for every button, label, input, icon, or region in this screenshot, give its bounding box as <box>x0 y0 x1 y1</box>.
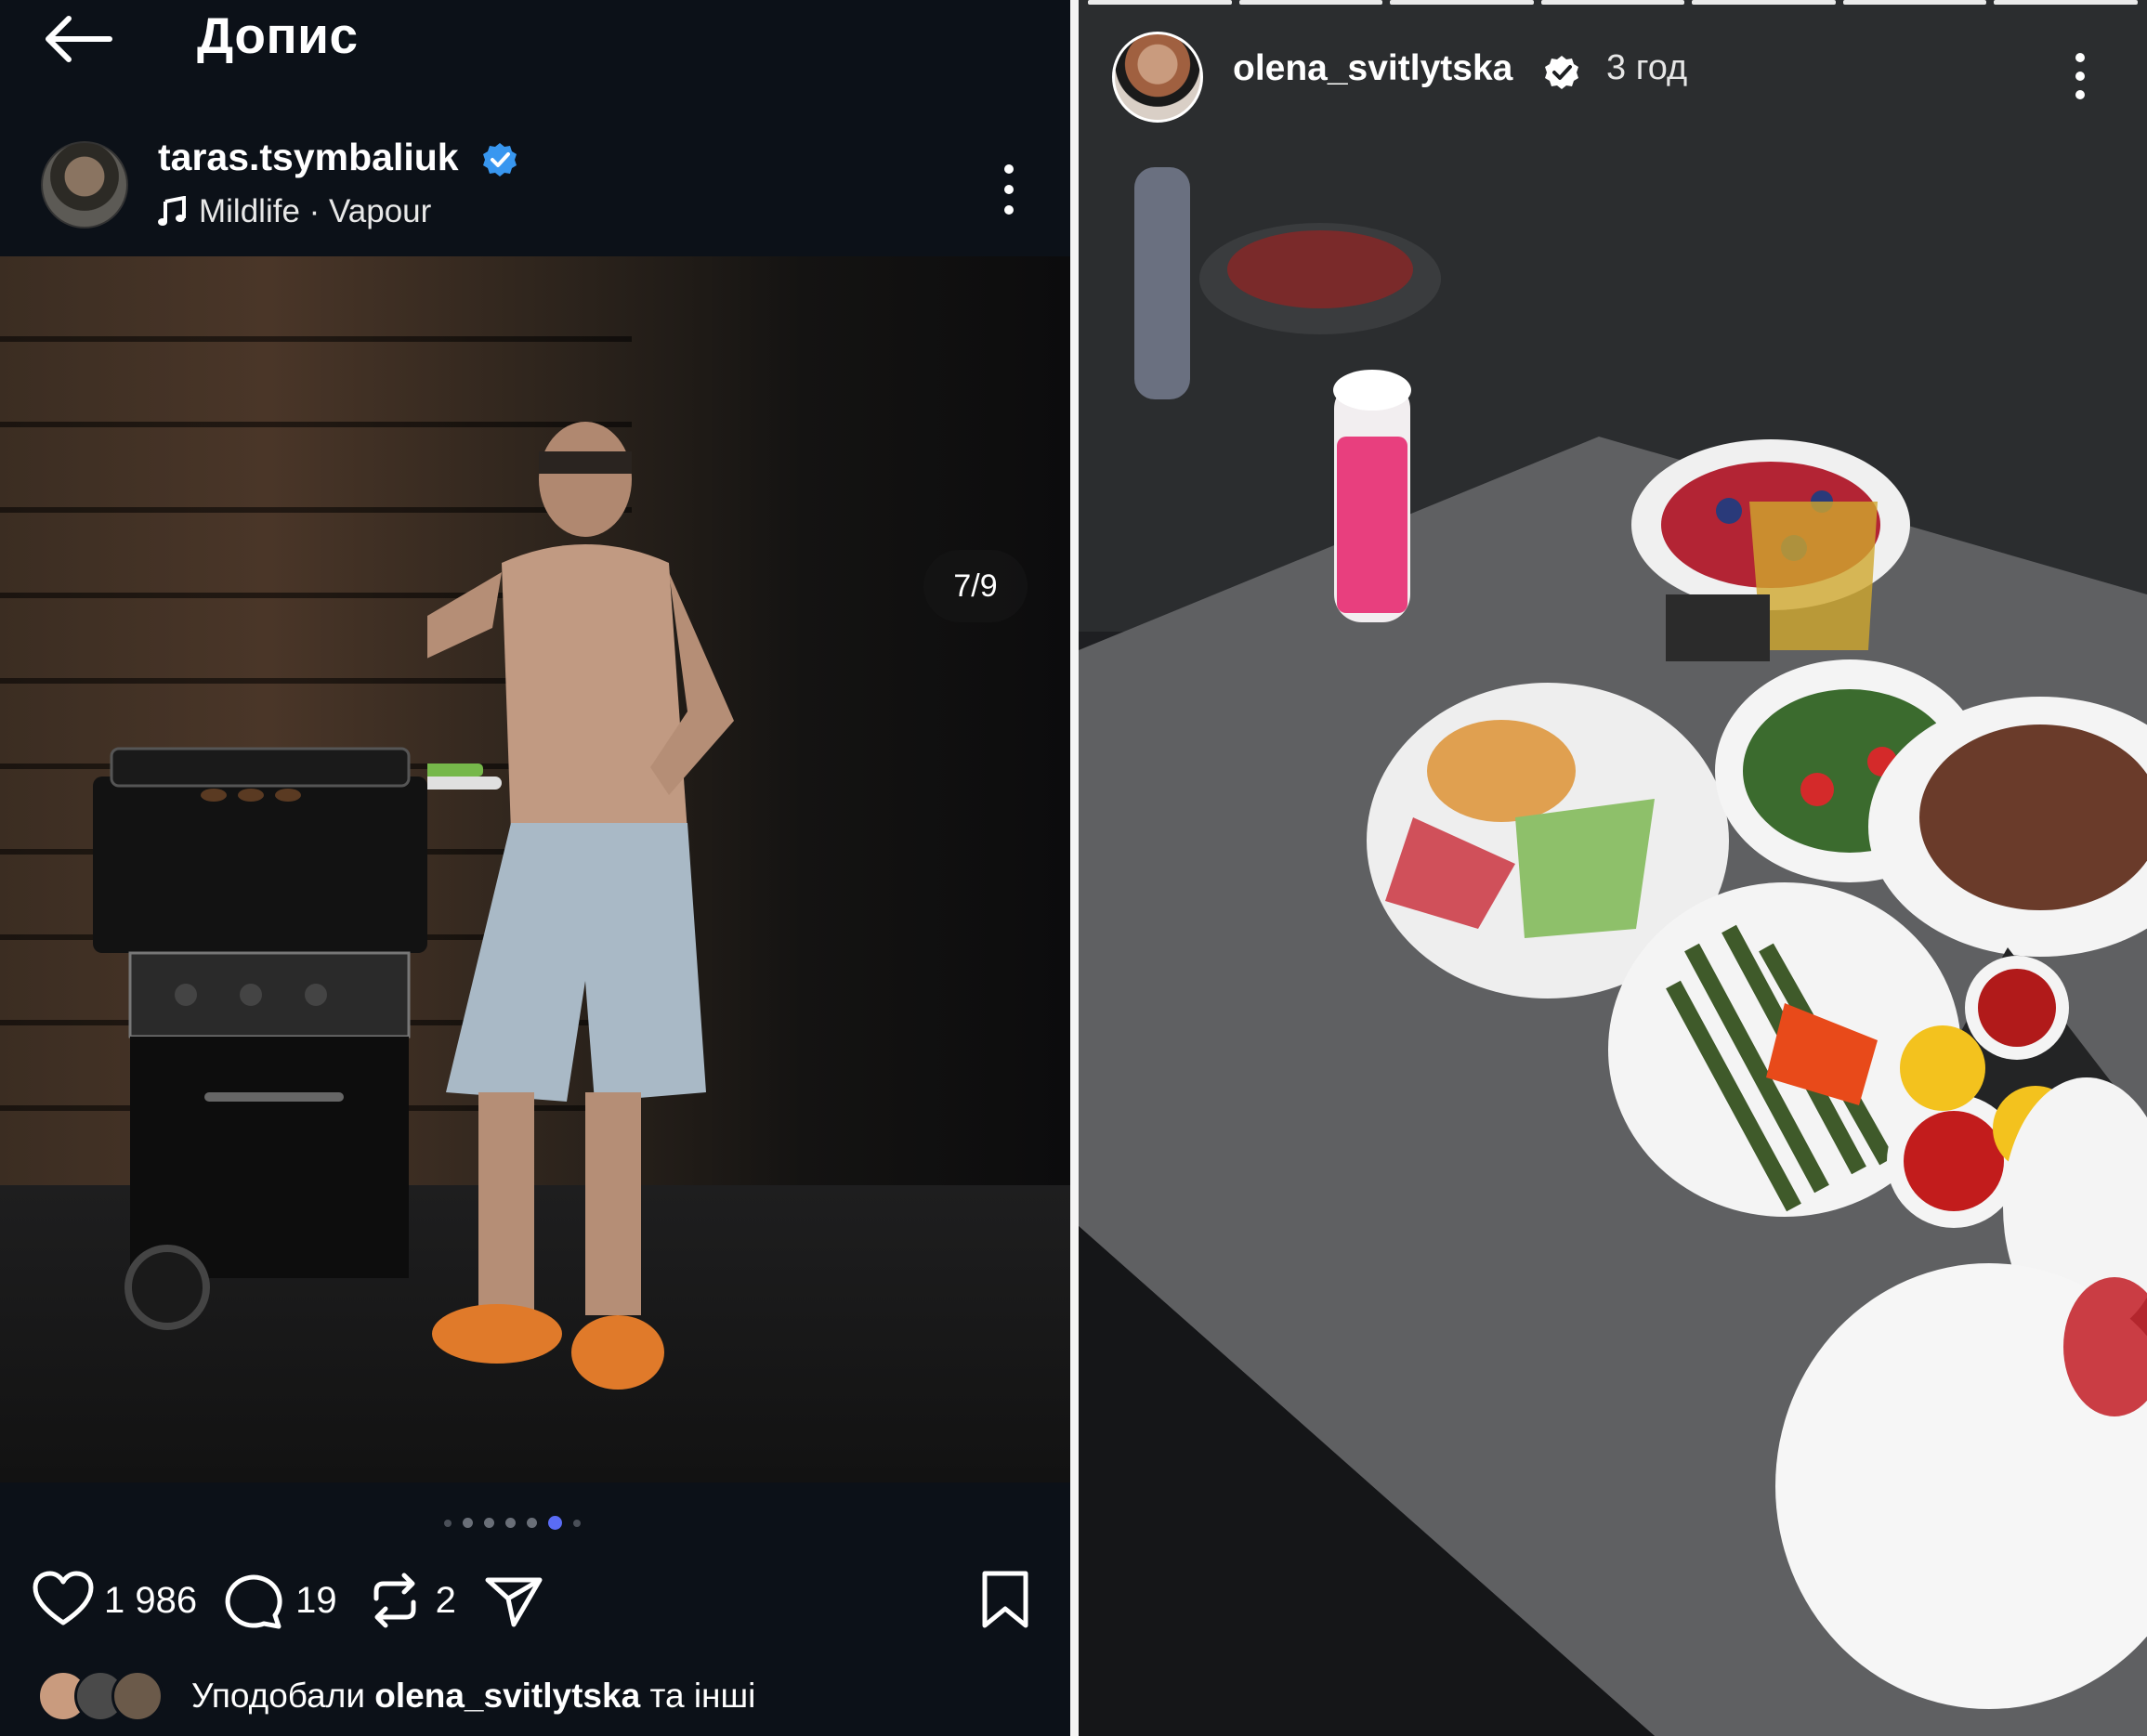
music-label: Mildlife · Vapour <box>199 193 432 229</box>
carousel-dot <box>444 1519 452 1527</box>
back-arrow-icon[interactable] <box>41 13 115 65</box>
liked-by-row[interactable]: Уподобали olena_svitlytska та інші <box>37 1668 755 1724</box>
music-note-icon <box>158 196 186 226</box>
story-photo <box>1079 0 2147 1736</box>
progress-segment <box>1540 0 1685 5</box>
carousel-dot <box>463 1518 473 1528</box>
heart-icon <box>33 1571 94 1625</box>
more-icon[interactable] <box>998 162 1020 217</box>
progress-segment <box>1088 0 1232 5</box>
progress-segment <box>1842 0 1987 5</box>
carousel-dot <box>484 1518 494 1528</box>
story-panel[interactable]: olena_svitlytska 3 год <box>1079 0 2147 1736</box>
verified-icon <box>483 143 517 176</box>
page-title: Допис <box>197 7 359 64</box>
post-panel: Допис taras.tsymbaliuk Mildlife · Vapour <box>0 0 1070 1736</box>
post-photo[interactable]: 7/9 <box>0 256 1070 1482</box>
bookmark-icon[interactable] <box>977 1570 1033 1629</box>
top-bar: Допис <box>0 0 1070 121</box>
media-counter: 7/9 <box>923 550 1028 622</box>
carousel-dot <box>505 1518 516 1528</box>
story-author-avatar[interactable] <box>1112 32 1203 123</box>
progress-segment <box>1994 0 2139 5</box>
action-bar: 1 986 19 2 <box>32 1570 1044 1631</box>
like-button[interactable]: 1 986 <box>32 1571 197 1630</box>
liked-by-suffix: та інші <box>649 1677 756 1715</box>
panel-divider <box>1070 0 1079 1736</box>
progress-segment <box>1238 0 1383 5</box>
story-header: olena_svitlytska 3 год <box>1079 28 2147 130</box>
share-icon <box>485 1577 543 1627</box>
share-button[interactable] <box>482 1571 545 1630</box>
liked-by-text: Уподобали olena_svitlytska та інші <box>191 1677 755 1716</box>
carousel-dot <box>573 1519 581 1527</box>
story-progress <box>1088 0 2139 6</box>
more-icon[interactable] <box>2071 50 2089 102</box>
story-time: 3 год <box>1606 48 1688 87</box>
author-username[interactable]: taras.tsymbaliuk <box>158 136 459 179</box>
repost-button[interactable]: 2 <box>363 1571 456 1630</box>
grill-illustration <box>93 747 427 1330</box>
carousel-dot-active <box>548 1516 562 1530</box>
comments-count: 19 <box>295 1579 337 1621</box>
reposts-count: 2 <box>435 1579 456 1621</box>
carousel-indicator <box>444 1516 581 1530</box>
likes-count: 1 986 <box>104 1579 198 1621</box>
progress-segment <box>1692 0 1836 5</box>
music-info[interactable]: Mildlife · Vapour <box>158 193 431 230</box>
person-illustration <box>427 422 734 1390</box>
liked-by-user[interactable]: olena_svitlytska <box>374 1677 640 1715</box>
verified-icon <box>1545 56 1578 89</box>
carousel-dot <box>527 1518 537 1528</box>
repost-icon <box>373 1573 416 1628</box>
liker-avatar <box>111 1670 164 1722</box>
liked-by-prefix: Уподобали <box>191 1677 365 1715</box>
story-username[interactable]: olena_svitlytska <box>1233 48 1512 89</box>
author-avatar[interactable] <box>41 141 128 228</box>
comment-icon <box>225 1574 282 1629</box>
post-header: taras.tsymbaliuk Mildlife · Vapour <box>0 128 1070 249</box>
comment-button[interactable]: 19 <box>223 1571 337 1630</box>
progress-segment <box>1390 0 1534 5</box>
